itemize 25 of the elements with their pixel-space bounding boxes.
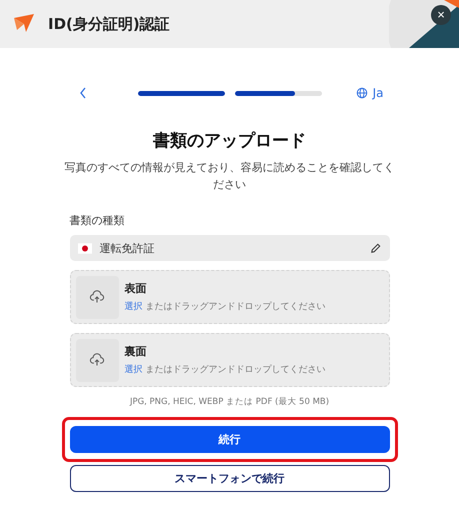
select-link[interactable]: 選択 [124,365,142,375]
field-label: 書類の種類 [70,213,126,228]
upload-title: 裏面 [124,344,148,359]
upload-hint: またはドラッグアンドドロップしてください [145,365,326,375]
upload-hint: またはドラッグアンドドロップしてください [145,302,326,312]
upload-title: 表面 [124,281,148,296]
pencil-icon[interactable] [368,242,382,254]
cloud-upload-icon [89,353,105,367]
upload-dropzone[interactable]: 裏面 選択 またはドラッグアンドドロップしてください [70,333,390,387]
flag-icon [78,242,92,254]
back-chevron-icon[interactable] [78,86,88,100]
cloud-upload-icon [89,290,105,304]
field-value: 運転免許証 [100,240,154,256]
page-heading: 書類のアップロード [152,130,307,152]
select-link[interactable]: 選択 [124,302,142,312]
smartphone-button[interactable]: スマートフォンで続行 [70,465,390,492]
document-type-field[interactable]: 運転免許証 [70,235,390,261]
globe-icon [356,87,368,99]
language-button[interactable]: Ja [356,86,384,100]
instruction-text: 写真のすべての情報が見えており、容易に読めることを確認してください [64,160,396,193]
continue-button[interactable]: 続行 [70,426,390,453]
file-format-hint: JPG, PNG, HEIC, WEBP または PDF (最大 50 MB) [128,396,330,408]
logo-icon [12,14,36,34]
window-title: ID(身分証明)認証 [48,14,170,34]
upload-dropzone[interactable]: 表面 選択 またはドラッグアンドドロップしてください [70,270,390,324]
